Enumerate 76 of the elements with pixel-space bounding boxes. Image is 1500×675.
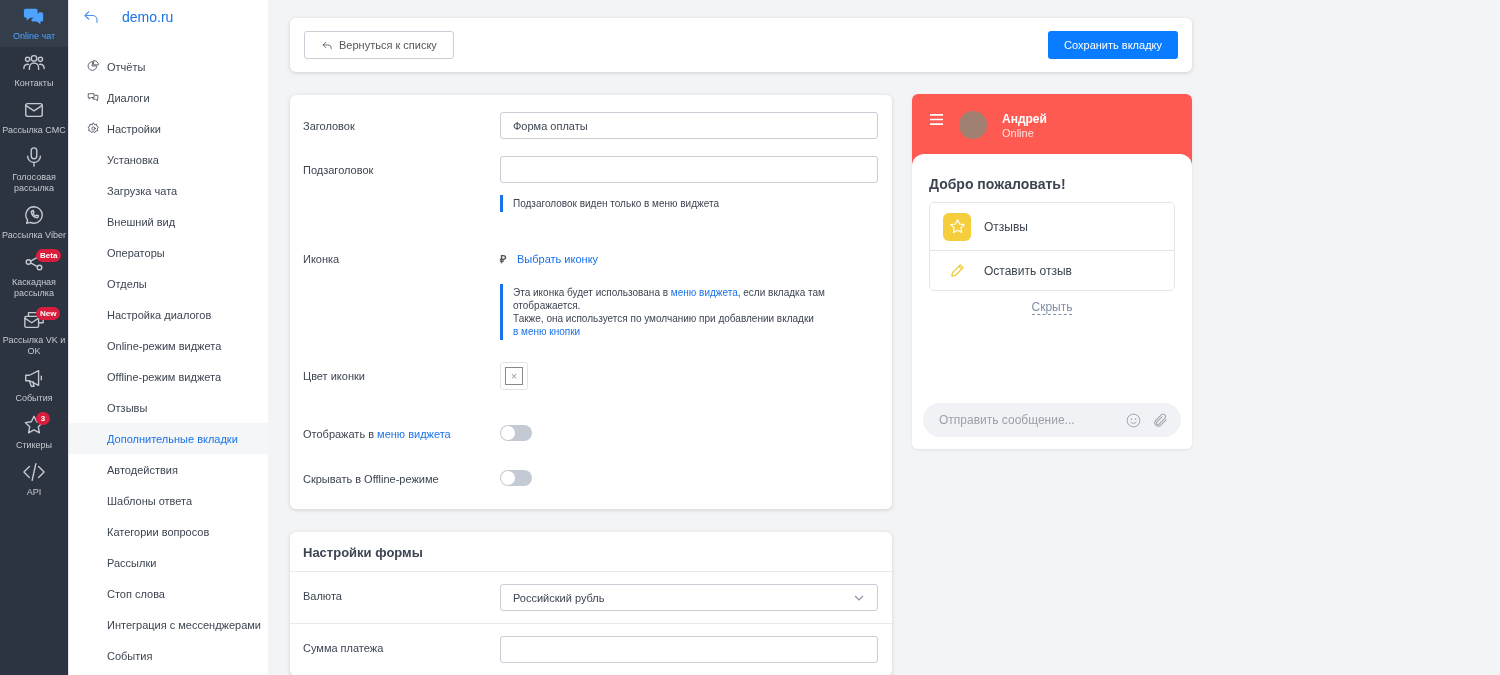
field-label: Отображать в меню виджета: [303, 427, 452, 441]
field-label: Заголовок: [303, 119, 356, 134]
link[interactable]: меню виджета: [670, 287, 738, 298]
nav-rail-item[interactable]: Контакты: [0, 47, 68, 94]
pie-chart-icon: [87, 60, 100, 73]
sidebar-item[interactable]: Операторы: [69, 237, 268, 268]
menu-icon: [929, 112, 944, 127]
welcome-title: Добро пожаловать!: [929, 176, 1067, 192]
sidebar-item[interactable]: Категории вопросов: [69, 516, 268, 547]
nav-rail-item[interactable]: API: [0, 456, 68, 503]
smiley-icon: [1125, 411, 1142, 429]
field-label: Иконка: [303, 252, 341, 267]
sidebar-item[interactable]: Автодействия: [69, 454, 268, 485]
sidebar-item[interactable]: Настройки: [69, 113, 268, 144]
sidebar-item[interactable]: Установка: [69, 144, 268, 175]
sidebar-item[interactable]: Отзывы: [69, 392, 268, 423]
nav-rail-item[interactable]: Online чат: [0, 0, 68, 47]
sidebar-item[interactable]: Отделы: [69, 268, 268, 299]
sidebar-item[interactable]: Дополнительные вкладки: [69, 423, 268, 454]
hint-text: Подзаголовок виден только в меню виджета: [500, 195, 878, 212]
code-icon: [23, 461, 45, 483]
badge: Beta: [36, 249, 62, 262]
link[interactable]: в меню кнопки: [513, 326, 581, 337]
pencil-icon: [948, 262, 966, 279]
choose-icon-link[interactable]: Выбрать иконку: [517, 252, 599, 265]
badge: 3: [36, 412, 50, 425]
nav-rail-item[interactable]: New Рассылка VK и OK: [0, 304, 68, 362]
avatar: [959, 111, 987, 139]
sidebar-item[interactable]: Диалоги: [69, 82, 268, 113]
nav-rail-item[interactable]: Голосовая рассылка: [0, 141, 68, 199]
sidebar-item[interactable]: События: [69, 640, 268, 671]
field-label: Цвет иконки: [303, 369, 366, 384]
star-icon: [948, 218, 966, 235]
sidebar-item[interactable]: Интеграция с мессенджерами: [69, 609, 268, 640]
chat-bubbles-icon: [87, 91, 100, 104]
nav-rail-item[interactable]: Рассылка СМС: [0, 94, 68, 141]
widget-menu-item[interactable]: Отзывы: [930, 203, 1174, 250]
sidebar-item[interactable]: Рассылки: [69, 547, 268, 578]
text-field[interactable]: Форма оплаты: [500, 112, 878, 139]
field-label: Сумма платежа: [303, 641, 385, 656]
operator-status: Online: [1002, 126, 1035, 140]
back-arrow-icon: [82, 8, 100, 26]
hint-text: Эта иконка будет использована в меню виджета, если вкладка там отображается. Также, она используется по умолчанию при добавлении вкладки в меню кнопки: [500, 284, 878, 340]
widget-menu-item[interactable]: Оставить отзыв: [930, 250, 1174, 290]
nav-rail-item[interactable]: Beta Каскадная рассылка: [0, 246, 68, 304]
sidebar-item[interactable]: Загрузка чата: [69, 175, 268, 206]
phone-bubble-icon: [23, 204, 45, 226]
nav-rail-item[interactable]: События: [0, 362, 68, 409]
section-title: Настройки формы: [290, 532, 892, 572]
nav-rail-item[interactable]: Рассылка Viber: [0, 199, 68, 246]
field-label: Скрывать в Offline-режиме: [303, 472, 440, 486]
operator-name: Андрей: [1002, 112, 1047, 126]
gear-icon: [87, 122, 100, 135]
link[interactable]: меню виджета: [377, 428, 451, 440]
back-button[interactable]: Вернуться к списку: [304, 31, 454, 59]
sidebar-item[interactable]: Настройка диалогов: [69, 299, 268, 330]
sidebar-item[interactable]: Внешний вид: [69, 206, 268, 237]
ruble-icon: ₽: [500, 251, 506, 266]
sidebar-item[interactable]: Шаблоны ответа: [69, 485, 268, 516]
site-name: demo.ru: [122, 9, 174, 25]
badge: New: [36, 307, 61, 320]
sidebar-item[interactable]: Offline-режим виджета: [69, 361, 268, 392]
save-button[interactable]: Сохранить вкладку: [1048, 31, 1178, 59]
field-label: Подзаголовок: [303, 163, 375, 178]
sidebar-item[interactable]: Online-режим виджета: [69, 330, 268, 361]
toggle-switch[interactable]: [500, 470, 532, 486]
sidebar-item[interactable]: Отчёты: [69, 51, 268, 82]
nav-rail-item[interactable]: 3 Стикеры: [0, 409, 68, 456]
field-label: Валюта: [303, 589, 343, 604]
text-field[interactable]: [500, 156, 878, 183]
currency-dropdown[interactable]: Российский рубль: [500, 584, 878, 611]
text-field[interactable]: [500, 636, 878, 663]
megaphone-icon: [23, 367, 45, 389]
paperclip-icon: [1152, 411, 1169, 429]
sidebar-item[interactable]: Стоп слова: [69, 578, 268, 609]
toggle-switch[interactable]: [500, 425, 532, 441]
